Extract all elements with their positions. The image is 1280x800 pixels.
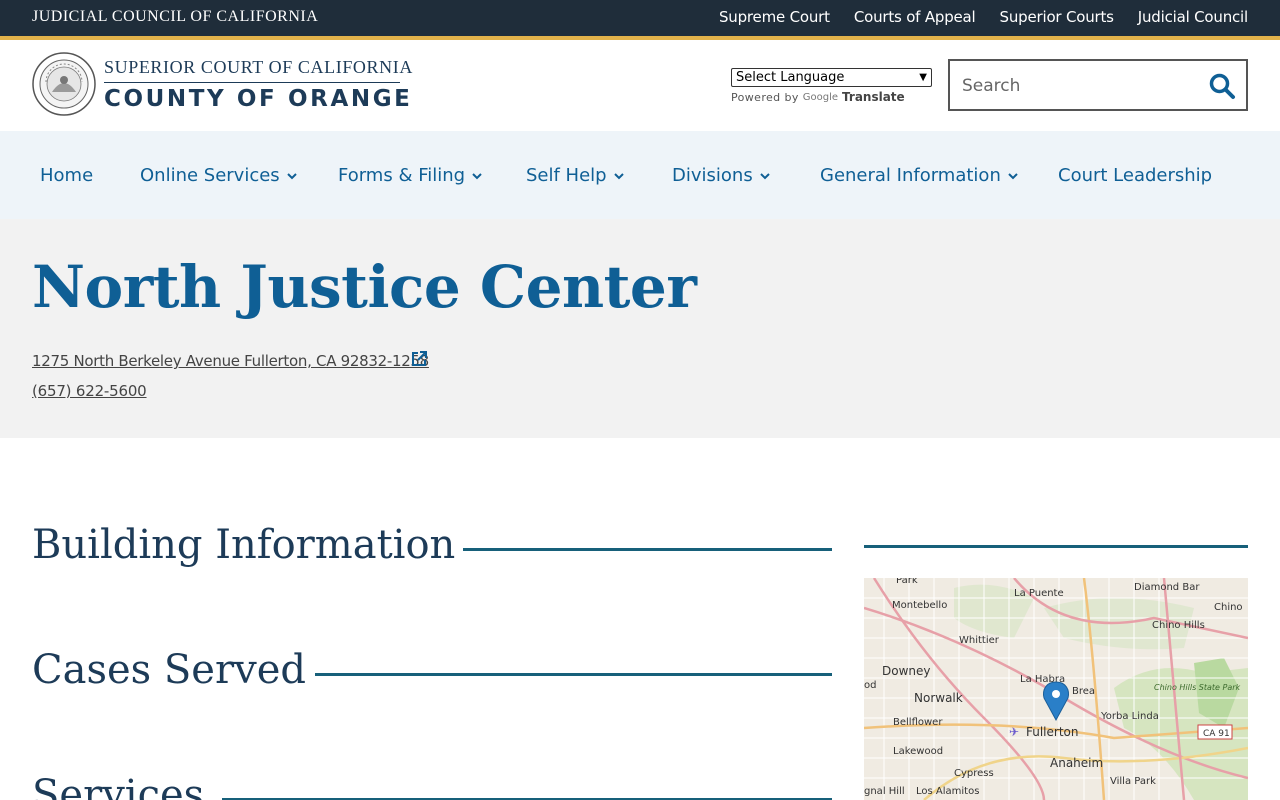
nav-label: Court Leadership <box>1058 165 1213 186</box>
section-building-information[interactable]: Building Information <box>32 522 832 574</box>
search-box <box>948 59 1248 111</box>
map-label: Diamond Bar <box>1134 582 1200 593</box>
map-label: Yorba Linda <box>1100 711 1159 722</box>
chevron-down-icon: ▼ <box>919 72 927 83</box>
chevron-down-icon <box>472 172 482 179</box>
map-label: Anaheim <box>1050 756 1103 770</box>
map-label: gnal Hill <box>864 786 905 797</box>
map-label: Chino Hills State Park <box>1154 683 1241 692</box>
map-label: CA 91 <box>1203 729 1230 739</box>
page-title: North Justice Center <box>32 253 697 321</box>
top-link-superior-courts[interactable]: Superior Courts <box>1000 8 1114 26</box>
map-label: Whittier <box>959 635 1000 646</box>
nav-item-general-information[interactable]: General Information <box>820 165 1019 186</box>
phone-link[interactable]: (657) 622-5600 <box>32 382 147 400</box>
nav-label: Home <box>40 165 94 186</box>
chevron-down-icon <box>613 172 624 179</box>
airport-icon: ✈ <box>1009 725 1019 739</box>
top-link-judicial-council[interactable]: Judicial Council <box>1138 8 1248 26</box>
google-translate-attribution: Powered by Google Translate <box>731 90 905 104</box>
location-map[interactable]: Park Montebello La Puente Diamond Bar Ch… <box>864 578 1248 800</box>
search-icon[interactable] <box>1208 72 1236 100</box>
section-title: Building Information <box>32 522 456 568</box>
map-label: Norwalk <box>914 691 963 705</box>
map-label: Villa Park <box>1110 776 1156 787</box>
map-label: Park <box>896 578 918 586</box>
top-link-supreme-court[interactable]: Supreme Court <box>719 8 830 26</box>
section-rule <box>463 548 832 551</box>
google-logo[interactable]: Google <box>803 92 838 103</box>
map-label: Lakewood <box>893 746 943 757</box>
map-label: Bellflower <box>893 717 943 728</box>
main-nav: Home Online Services Forms & Filing Self… <box>0 131 1280 219</box>
chevron-down-icon <box>286 172 297 179</box>
map-label: Chino <box>1214 602 1243 613</box>
section-cases-served[interactable]: Cases Served <box>32 647 832 699</box>
nav-item-home[interactable]: Home <box>40 165 93 186</box>
map-label: Fullerton <box>1026 725 1079 739</box>
chevron-down-icon <box>759 172 770 179</box>
map-label: Cypress <box>954 768 994 779</box>
nav-label: Forms & Filing <box>338 165 466 186</box>
map-label: Brea <box>1072 686 1095 697</box>
powered-by-label: Powered by <box>731 90 799 104</box>
nav-item-court-leadership[interactable]: Court Leadership <box>1058 165 1212 186</box>
map-label: Los Alamitos <box>916 786 979 797</box>
nav-label: General Information <box>820 165 1001 186</box>
map-label: Chino Hills <box>1152 620 1205 631</box>
section-title: Cases Served <box>32 647 306 693</box>
logo-superior-court[interactable]: Superior Court of California <box>104 57 413 78</box>
nav-item-self-help[interactable]: Self Help <box>526 165 625 186</box>
address-link[interactable]: 1275 North Berkeley Avenue Fullerton, CA… <box>32 352 429 370</box>
map-canvas: Park Montebello La Puente Diamond Bar Ch… <box>864 578 1248 800</box>
nav-label: Self Help <box>526 165 607 186</box>
map-label: od <box>864 680 876 691</box>
nav-item-online-services[interactable]: Online Services <box>140 165 298 186</box>
sidebar-rule <box>864 545 1248 548</box>
top-links: Supreme Court Courts of Appeal Superior … <box>719 8 1248 26</box>
language-select[interactable]: Select Language ▼ <box>731 68 932 87</box>
judicial-council-title[interactable]: Judicial Council of California <box>32 8 318 26</box>
page-hero: North Justice Center 1275 North Berkeley… <box>0 219 1280 438</box>
language-select-value: Select Language <box>736 70 845 85</box>
logo-divider <box>104 82 400 83</box>
nav-item-forms-filing[interactable]: Forms & Filing <box>338 165 483 186</box>
top-link-courts-of-appeal[interactable]: Courts of Appeal <box>854 8 976 26</box>
nav-label: Divisions <box>672 165 753 186</box>
chevron-down-icon <box>1008 172 1018 179</box>
section-title: Services <box>32 772 205 800</box>
translate-link[interactable]: Translate <box>842 90 905 104</box>
nav-item-divisions[interactable]: Divisions <box>672 165 771 186</box>
search-input[interactable] <box>962 73 1192 99</box>
map-label: La Puente <box>1014 588 1064 599</box>
map-label: Montebello <box>892 600 947 611</box>
court-seal-icon[interactable] <box>32 52 96 116</box>
logo-county-of-orange[interactable]: County of Orange <box>104 86 412 112</box>
site-header: Superior Court of California County of O… <box>0 40 1280 131</box>
nav-label: Online Services <box>140 165 280 186</box>
section-services[interactable]: Services <box>32 772 832 800</box>
section-rule <box>315 673 832 676</box>
map-label: Downey <box>882 664 931 678</box>
external-link-icon[interactable] <box>410 350 428 368</box>
top-bar: Judicial Council of California Supreme C… <box>0 0 1280 36</box>
